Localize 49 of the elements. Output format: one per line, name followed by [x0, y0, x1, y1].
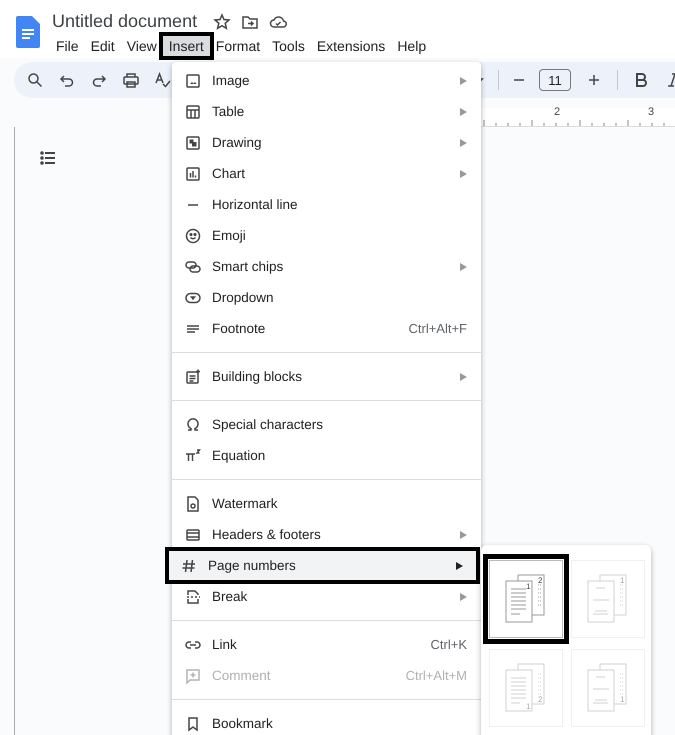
menu-item[interactable]: Special characters — [172, 409, 481, 440]
menu-item[interactable]: Page numbers — [168, 550, 477, 581]
outline-icon — [39, 149, 57, 167]
line-icon — [187, 204, 199, 206]
chart-icon — [184, 164, 202, 182]
menu-item[interactable]: Image — [172, 65, 481, 96]
menu-item[interactable]: Break — [172, 581, 481, 612]
menu-item[interactable]: Footnote Ctrl+Alt+F — [172, 313, 481, 344]
spellcheck-icon — [154, 71, 172, 89]
menu-item[interactable]: Watermark — [172, 488, 481, 519]
menu-item[interactable]: Emoji — [172, 220, 481, 251]
minus-icon — [513, 79, 525, 81]
print-icon — [122, 71, 140, 89]
ruler-number: 2 — [554, 106, 560, 118]
comment-icon — [184, 666, 202, 684]
menu-item[interactable]: Building blocks — [172, 361, 481, 392]
menu-bar-item[interactable]: File — [50, 36, 85, 56]
pages-drawing: 1 — [584, 573, 632, 625]
pages-drawing: 1 — [584, 662, 632, 714]
menu-bar-item[interactable]: Extensions — [310, 36, 392, 56]
menu-item[interactable]: Smart chips — [172, 251, 481, 282]
ruler-number: 3 — [648, 106, 654, 118]
menu-item[interactable]: Drawing — [172, 127, 481, 158]
menu-bar-item[interactable]: View — [120, 36, 163, 56]
emoji-icon — [184, 226, 202, 244]
menu-item[interactable]: Dropdown — [172, 282, 481, 313]
search-icon — [26, 71, 44, 89]
pages-drawing: 2 1 — [502, 662, 550, 714]
blocks-icon — [184, 368, 202, 386]
menu-item[interactable]: Chart — [172, 158, 481, 189]
menu-bar-item[interactable]: Insert — [162, 36, 210, 56]
menu-bar-item[interactable]: Tools — [266, 36, 311, 56]
table-icon — [184, 102, 202, 120]
docs-logo-icon[interactable] — [16, 16, 40, 48]
menu-item[interactable]: Table — [172, 96, 481, 127]
menu-item[interactable]: Link Ctrl+K — [172, 629, 481, 660]
menu-bar-item[interactable]: Format — [210, 36, 266, 56]
star-icon — [213, 12, 232, 31]
image-icon — [184, 72, 202, 90]
drawing-icon — [184, 134, 202, 152]
menu-bar-item[interactable]: Edit — [84, 36, 121, 56]
menu-item[interactable]: Bookmark — [172, 708, 481, 735]
menu-bar-item[interactable]: Help — [391, 36, 432, 56]
document-title[interactable]: Untitled document — [52, 11, 198, 32]
font-size-field[interactable]: 11 — [539, 69, 571, 91]
menu-item[interactable]: Equation — [172, 440, 481, 471]
break-icon — [184, 588, 202, 606]
menu-item[interactable]: Horizontal line — [172, 189, 481, 220]
pages-drawing: 2 1 — [502, 573, 550, 625]
